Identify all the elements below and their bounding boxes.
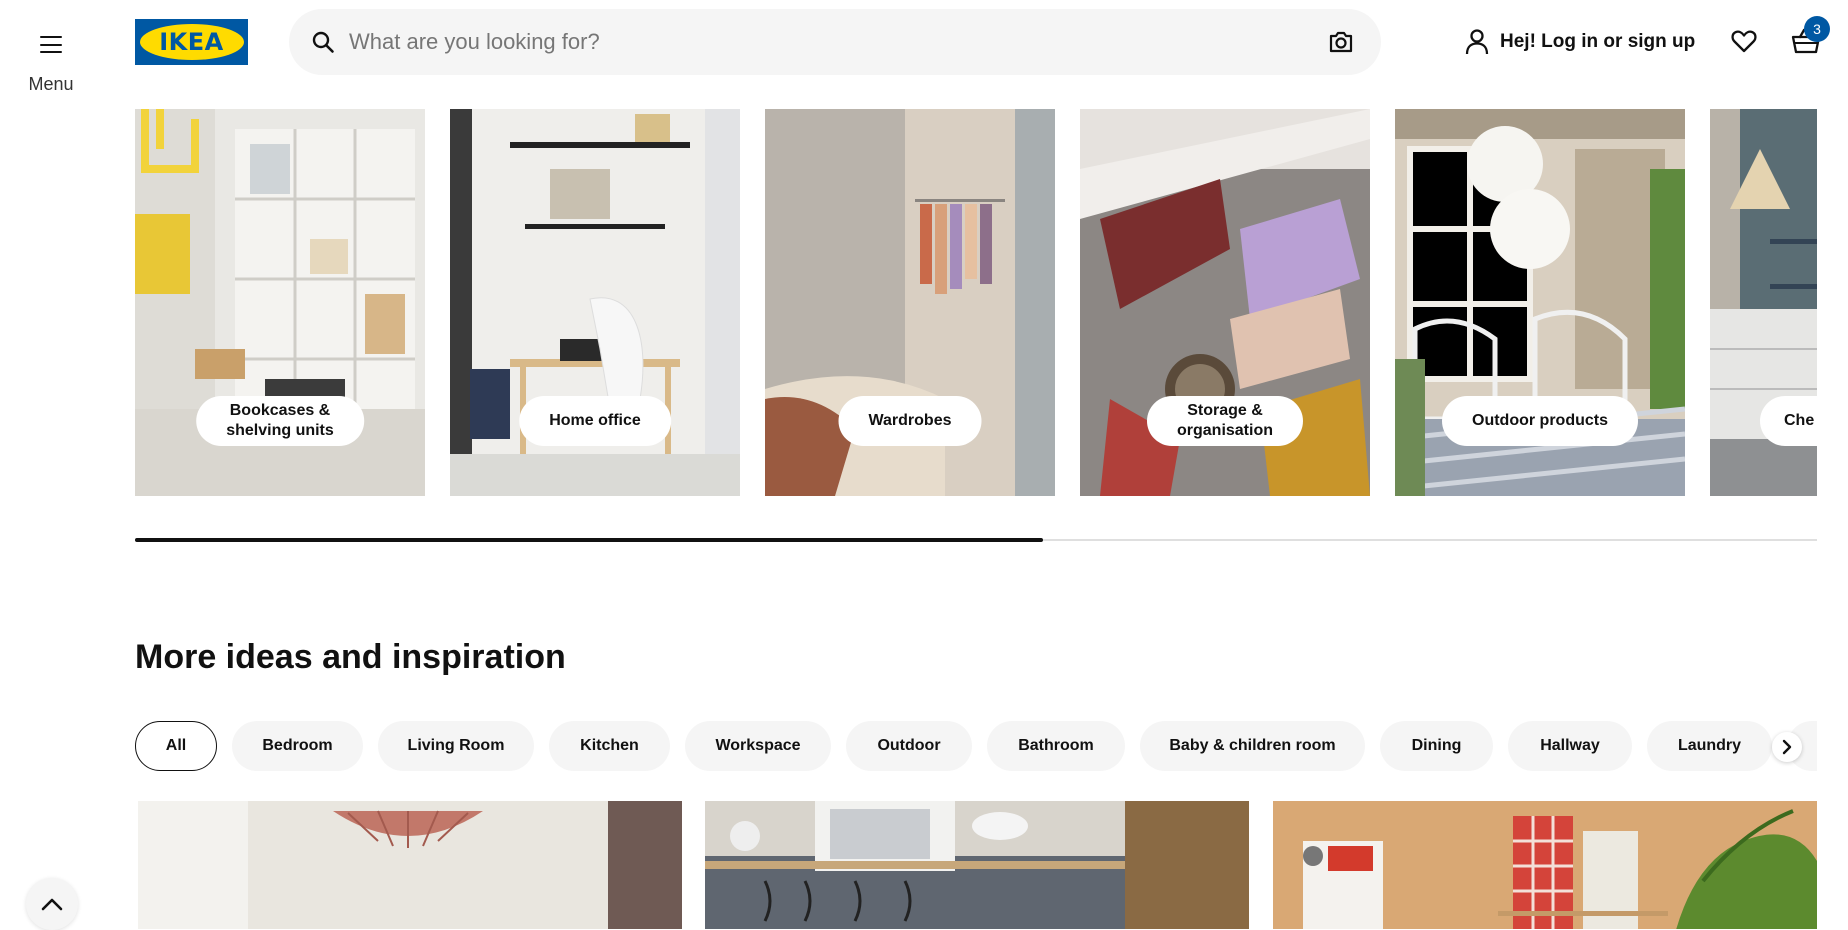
search-input[interactable] [349,9,1289,75]
back-to-top-button[interactable] [26,878,78,930]
category-carousel[interactable]: Bookcases & shelving units Home office W… [135,109,1817,496]
room-filter-pills: All Bedroom Living Room Kitchen Workspace Out… [135,721,1817,771]
category-label-wardrobes: Wardrobes [838,396,982,446]
basket-count-badge: 3 [1804,16,1830,42]
bedroom-idea-image [138,801,682,929]
search-bar[interactable] [289,9,1381,75]
filter-pill-laundry[interactable]: Laundry [1647,721,1772,771]
heart-icon[interactable] [1730,27,1758,55]
carousel-scrollbar[interactable] [135,538,1817,542]
category-label-storage: Storage & organisation [1146,396,1304,446]
category-card-home-office[interactable]: Home office [450,109,740,496]
inspiration-grid [135,801,1817,929]
kitchen-idea-image [705,801,1249,929]
filter-pill-bedroom[interactable]: Bedroom [232,721,363,771]
filter-pill-kitchen[interactable]: Kitchen [549,721,670,771]
login-link[interactable]: Hej! Log in or sign up [1464,26,1695,58]
inspiration-card-bedroom[interactable] [138,801,682,929]
children-idea-image [1273,801,1817,929]
category-label-outdoor: Outdoor products [1442,396,1638,446]
filter-pill-outdoor[interactable]: Outdoor [846,721,972,771]
ikea-logo[interactable]: IKEA [135,19,248,65]
category-card-outdoor[interactable]: Outdoor products [1395,109,1685,496]
pills-next-button[interactable] [1772,732,1802,762]
filter-pill-baby-children-room[interactable]: Baby & children room [1140,721,1365,771]
left-rail: Menu [0,0,102,930]
inspiration-card-kitchen[interactable] [705,801,1249,929]
hamburger-icon [40,36,62,54]
filter-pill-dining[interactable]: Dining [1380,721,1493,771]
category-label-chests: Che [1760,396,1817,446]
category-card-bookcases[interactable]: Bookcases & shelving units [135,109,425,496]
camera-icon[interactable] [1327,29,1355,55]
category-label-bookcases: Bookcases & shelving units [196,396,364,446]
filter-pill-hallway[interactable]: Hallway [1508,721,1632,771]
filter-pill-workspace[interactable]: Workspace [685,721,831,771]
menu-label: Menu [28,74,74,94]
search-icon[interactable] [311,30,335,54]
logo-text: IKEA [159,28,224,56]
inspiration-card-children[interactable] [1273,801,1817,929]
menu-button[interactable]: Menu [22,24,80,94]
login-label: Hej! Log in or sign up [1500,31,1696,52]
filter-pill-bathroom[interactable]: Bathroom [987,721,1125,771]
category-label-home-office: Home office [519,396,671,446]
category-card-wardrobes[interactable]: Wardrobes [765,109,1055,496]
section-title: More ideas and inspiration [135,638,566,676]
carousel-scrollbar-thumb[interactable] [135,538,1044,542]
user-icon [1465,29,1489,55]
category-card-chests[interactable]: Che [1710,109,1817,496]
filter-pill-living-room[interactable]: Living Room [378,721,534,771]
chevron-right-icon [1782,739,1792,755]
chevron-up-icon [41,898,63,911]
category-card-storage[interactable]: Storage & organisation [1080,109,1370,496]
filter-pill-all[interactable]: All [135,721,217,771]
